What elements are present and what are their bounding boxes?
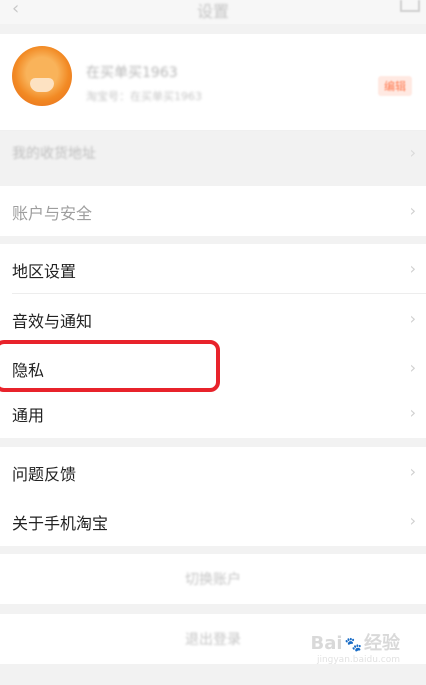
- settings-row-label: 地区设置: [12, 262, 77, 281]
- chevron-right-icon: ›: [409, 259, 416, 278]
- address-row[interactable]: 我的收货地址 ›: [0, 130, 426, 175]
- switch-account-label: 切换账户: [185, 572, 241, 588]
- chevron-right-icon: ›: [409, 511, 416, 530]
- chevron-right-icon: ›: [409, 403, 416, 422]
- profile-card[interactable]: 在买单买1963 淘宝号：在买单买1963 编辑 我的收货地址 ›: [0, 34, 426, 162]
- settings-row-feedback[interactable]: 问题反馈 ›: [0, 447, 426, 497]
- top-bar: ‹ 设置: [0, 0, 426, 24]
- watermark-brand2: 经验: [364, 633, 400, 654]
- settings-row-label: 问题反馈: [12, 465, 77, 484]
- settings-row-label: 音效与通知: [12, 312, 93, 331]
- chevron-right-icon: ›: [409, 201, 416, 220]
- highlight-box: [0, 340, 220, 392]
- settings-row-sound-notification[interactable]: 音效与通知 ›: [0, 294, 426, 344]
- address-row-label: 我的收货地址: [12, 146, 96, 162]
- profile-badge[interactable]: 编辑: [378, 76, 412, 96]
- settings-row-label: 账户与安全: [12, 204, 93, 223]
- settings-row-account-security[interactable]: 账户与安全 ›: [0, 186, 426, 236]
- profile-subtitle: 淘宝号：在买单买1963: [86, 90, 202, 103]
- settings-row-label: 关于手机淘宝: [12, 514, 109, 533]
- settings-row-label: 通用: [12, 406, 45, 425]
- chevron-right-icon: ›: [409, 143, 416, 162]
- watermark-url: jingyan.baidu.com: [316, 655, 400, 665]
- settings-row-general[interactable]: 通用 ›: [0, 388, 426, 438]
- settings-row-about[interactable]: 关于手机淘宝 ›: [0, 496, 426, 546]
- switch-account-button[interactable]: 切换账户: [0, 554, 426, 604]
- chevron-right-icon: ›: [409, 309, 416, 328]
- more-icon[interactable]: [400, 0, 420, 12]
- avatar[interactable]: [12, 46, 72, 106]
- chevron-right-icon: ›: [409, 358, 416, 377]
- page-title: 设置: [196, 2, 229, 21]
- chevron-right-icon: ›: [409, 462, 416, 481]
- profile-nickname: 在买单买1963: [86, 65, 178, 81]
- paw-icon: 🐾: [344, 637, 362, 653]
- watermark-brand: Bai: [310, 633, 343, 654]
- watermark: Bai 🐾 经验 jingyan.baidu.com: [311, 629, 400, 665]
- settings-row-region[interactable]: 地区设置 ›: [0, 244, 426, 294]
